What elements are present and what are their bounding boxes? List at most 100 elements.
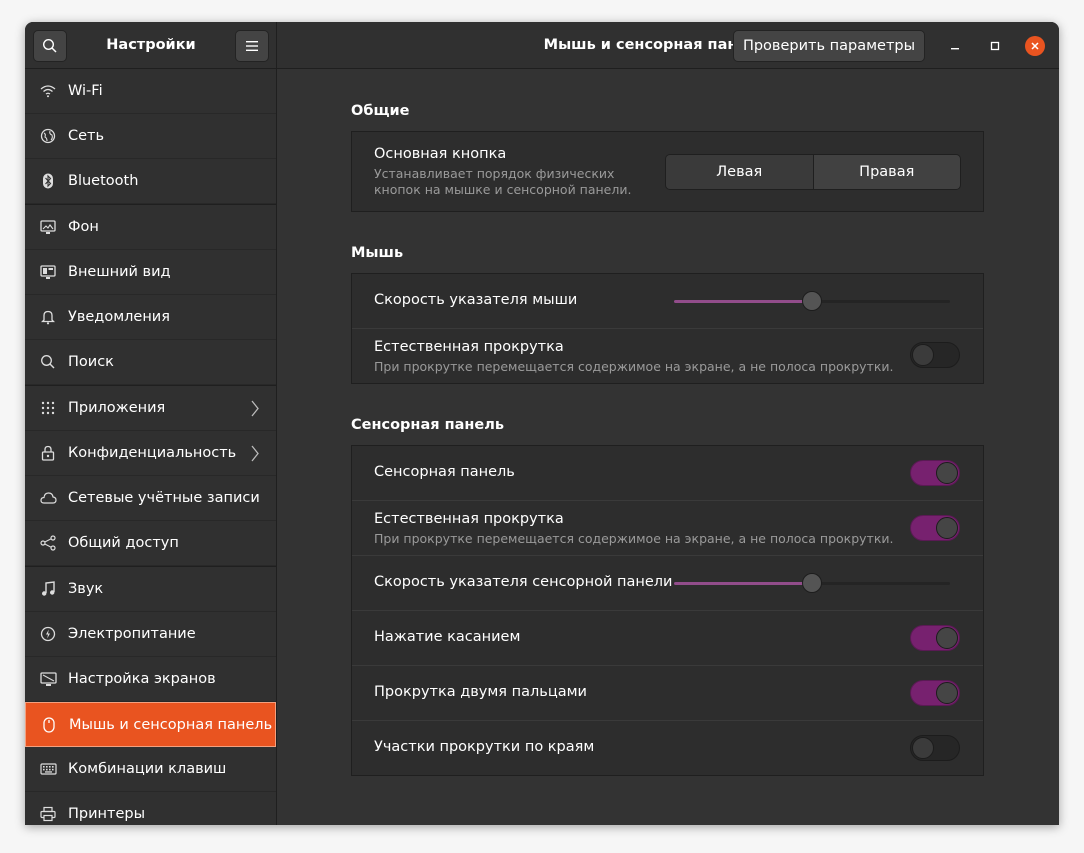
edge-scroll-label: Участки прокрутки по краям — [374, 739, 595, 755]
sidebar-item-power[interactable]: Электропитание — [25, 612, 276, 657]
touchpad-enabled-label: Сенсорная панель — [374, 464, 515, 480]
apps-grid-icon — [39, 399, 57, 417]
sidebar-item-label: Настройка экранов — [68, 671, 216, 687]
mouse-speed-label: Скорость указателя мыши — [374, 292, 578, 308]
maximize-icon — [990, 41, 1000, 51]
minimize-button[interactable] — [945, 36, 965, 56]
sidebar-item-label: Конфиденциальность — [68, 445, 237, 461]
touchpad-natural-scroll-desc: При прокрутке перемещается содержимое на… — [374, 531, 894, 546]
edge-scroll-switch[interactable] — [910, 735, 960, 761]
search-icon — [42, 38, 57, 53]
primary-button-desc-line1: Устанавливает порядок физических — [374, 166, 615, 181]
sidebar-item-notifications[interactable]: Уведомления — [25, 295, 276, 340]
mouse-natural-scroll-label: Естественная прокрутка — [374, 339, 564, 355]
maximize-button[interactable] — [985, 36, 1005, 56]
network-icon — [39, 127, 57, 145]
sidebar-item-applications[interactable]: Приложения — [25, 386, 276, 431]
sidebar-item-online-accounts[interactable]: Сетевые учётные записи — [25, 476, 276, 521]
mouse-natural-scroll-desc: При прокрутке перемещается содержимое на… — [374, 359, 894, 374]
sidebar-item-label: Общий доступ — [68, 535, 179, 551]
wifi-icon — [39, 82, 57, 100]
lock-icon — [39, 444, 57, 462]
search-icon — [39, 353, 57, 371]
left-button-option[interactable]: Левая — [666, 155, 814, 189]
sidebar-item-printers[interactable]: Принтеры — [25, 792, 276, 825]
touchpad-natural-scroll-label: Естественная прокрутка — [374, 511, 564, 527]
sidebar-item-sharing[interactable]: Общий доступ — [25, 521, 276, 566]
two-finger-scroll-label: Прокрутка двумя пальцами — [374, 684, 587, 700]
close-button[interactable] — [1025, 36, 1045, 56]
share-icon — [39, 534, 57, 552]
display-icon — [39, 670, 57, 688]
sidebar-item-sound[interactable]: Звук — [25, 567, 276, 612]
tap-to-click-switch[interactable] — [910, 625, 960, 651]
minimize-icon — [951, 48, 959, 50]
touchpad-enabled-switch[interactable] — [910, 460, 960, 486]
sidebar-item-label: Внешний вид — [68, 264, 171, 280]
sidebar-item-bluetooth[interactable]: Bluetooth — [25, 159, 276, 204]
sidebar-item-keyboard-shortcuts[interactable]: Комбинации клавиш — [25, 747, 276, 792]
primary-button-desc-line2: кнопок на мышке и сенсорной панели. — [374, 182, 632, 197]
bluetooth-icon — [39, 172, 57, 190]
page-title: Мышь и сенсорная панель — [543, 37, 767, 53]
cloud-icon — [39, 489, 57, 507]
search-button[interactable] — [33, 30, 67, 62]
close-icon — [1031, 42, 1039, 50]
general-frame: Основная кнопка Устанавливает порядок фи… — [351, 131, 984, 212]
power-icon — [39, 625, 57, 643]
slider-handle[interactable] — [802, 573, 822, 593]
keyboard-icon — [39, 760, 57, 778]
music-note-icon — [39, 580, 57, 598]
touchpad-speed-label: Скорость указателя сенсорной панели — [374, 574, 673, 590]
chevron-right-icon — [251, 400, 259, 417]
two-finger-scroll-switch[interactable] — [910, 680, 960, 706]
sidebar-item-network[interactable]: Сеть — [25, 114, 276, 159]
appearance-icon — [39, 263, 57, 281]
sidebar-item-privacy[interactable]: Конфиденциальность — [25, 431, 276, 476]
primary-button-label: Основная кнопка — [374, 146, 507, 162]
menu-button[interactable] — [235, 30, 269, 62]
tap-to-click-row: Нажатие касанием — [352, 611, 983, 666]
touchpad-natural-scroll-row: Естественная прокрутка При прокрутке пер… — [352, 501, 983, 556]
bell-icon — [39, 308, 57, 326]
sidebar-item-appearance[interactable]: Внешний вид — [25, 250, 276, 295]
content-header: Мышь и сенсорная панель Проверить параме… — [277, 22, 1059, 69]
mouse-frame: Скорость указателя мыши Естественная про… — [351, 273, 984, 384]
sidebar-item-search[interactable]: Поиск — [25, 340, 276, 385]
background-icon — [39, 218, 57, 236]
touchpad-speed-slider[interactable] — [674, 573, 950, 593]
slider-handle[interactable] — [802, 291, 822, 311]
sidebar-item-label: Электропитание — [68, 626, 196, 642]
mouse-natural-scroll-switch[interactable] — [910, 342, 960, 368]
sidebar-item-background[interactable]: Фон — [25, 205, 276, 250]
sidebar-item-displays[interactable]: Настройка экранов — [25, 657, 276, 702]
sidebar-item-mouse-touchpad[interactable]: Мышь и сенсорная панель — [25, 702, 276, 747]
app-title: Настройки — [106, 37, 196, 53]
sidebar-item-label: Комбинации клавиш — [68, 761, 227, 777]
mouse-speed-slider[interactable] — [674, 291, 950, 311]
sidebar-header: Настройки — [25, 22, 277, 69]
sidebar-item-label: Приложения — [68, 400, 166, 416]
two-finger-scroll-row: Прокрутка двумя пальцами — [352, 666, 983, 721]
mouse-speed-row: Скорость указателя мыши — [352, 274, 983, 329]
section-title-mouse: Мышь — [351, 245, 404, 261]
mouse-icon — [40, 716, 58, 734]
printer-icon — [39, 805, 57, 823]
sidebar-item-wifi[interactable]: Wi-Fi — [25, 69, 276, 114]
touchpad-enabled-row: Сенсорная панель — [352, 446, 983, 501]
sidebar-item-label: Wi-Fi — [68, 83, 103, 99]
sidebar-item-label: Принтеры — [68, 806, 146, 822]
test-settings-button[interactable]: Проверить параметры — [733, 30, 925, 62]
chevron-right-icon — [251, 445, 259, 462]
sidebar: Wi-Fi Сеть Bluetooth Фон Внешний вид Уве… — [25, 69, 277, 825]
tap-to-click-label: Нажатие касанием — [374, 629, 521, 645]
sidebar-item-label: Уведомления — [68, 309, 170, 325]
touchpad-natural-scroll-switch[interactable] — [910, 515, 960, 541]
sidebar-item-label: Мышь и сенсорная панель — [69, 716, 273, 733]
sidebar-item-label: Сетевые учётные записи — [68, 490, 260, 506]
mouse-natural-scroll-row: Естественная прокрутка При прокрутке пер… — [352, 329, 983, 383]
sidebar-item-label: Звук — [68, 581, 104, 597]
touchpad-speed-row: Скорость указателя сенсорной панели — [352, 556, 983, 611]
right-button-option[interactable]: Правая — [813, 155, 960, 189]
sidebar-item-label: Поиск — [68, 354, 114, 370]
